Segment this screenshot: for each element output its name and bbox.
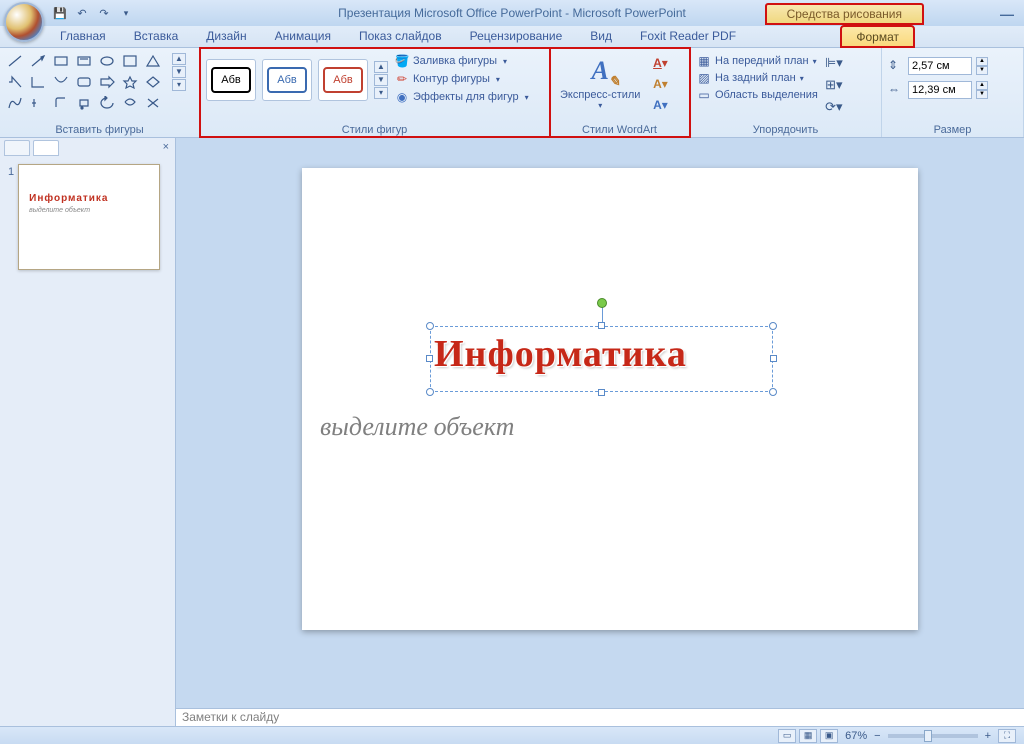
panel-tab-slides[interactable]	[4, 140, 30, 156]
rotate-handle[interactable]	[597, 298, 607, 308]
rotate-button[interactable]: ⟳▾	[825, 99, 843, 117]
shape-style-gallery[interactable]: Абв Абв Абв ▲▼▾	[204, 51, 388, 105]
status-bar: ▭ ▦ ▣ 67% − + ⛶	[0, 726, 1024, 744]
tab-animation[interactable]: Анимация	[261, 26, 345, 47]
view-normal-button[interactable]: ▭	[778, 729, 796, 743]
workspace: × 1 Информатика выделите объект	[0, 138, 1024, 726]
resize-handle-e[interactable]	[770, 355, 777, 362]
tab-slideshow[interactable]: Показ слайдов	[345, 26, 456, 47]
tab-format[interactable]: Формат	[841, 26, 914, 47]
group-shape-styles: Абв Абв Абв ▲▼▾ 🪣Заливка фигуры▾ ✏Контур…	[200, 48, 550, 137]
height-input[interactable]: 2,57 см	[908, 57, 972, 75]
ribbon: ▲▼▾ Вставить фигуры Абв Абв Абв ▲▼▾ 🪣Зал…	[0, 48, 1024, 138]
group-label: Стили фигур	[204, 123, 545, 137]
view-slideshow-button[interactable]: ▣	[820, 729, 838, 743]
zoom-value: 67%	[845, 730, 867, 742]
group-button[interactable]: ⊞▾	[825, 77, 843, 95]
window-title: Презентация Microsoft Office PowerPoint …	[338, 6, 686, 20]
slides-panel: × 1 Информатика выделите объект	[0, 138, 176, 726]
zoom-in-button[interactable]: +	[985, 730, 991, 742]
slide-thumbnail[interactable]: Информатика выделите объект	[18, 164, 160, 270]
group-label: Стили WordArt	[554, 123, 685, 137]
tab-design[interactable]: Дизайн	[192, 26, 260, 47]
resize-handle-ne[interactable]	[769, 322, 777, 330]
resize-handle-se[interactable]	[769, 388, 777, 396]
width-input[interactable]: 12,39 см	[908, 81, 972, 99]
height-icon: ⇕	[888, 58, 904, 74]
tab-foxit[interactable]: Foxit Reader PDF	[626, 26, 750, 47]
style-preset-2[interactable]: Абв	[262, 59, 312, 101]
ribbon-tabs: Главная Вставка Дизайн Анимация Показ сл…	[0, 26, 1024, 48]
tab-review[interactable]: Рецензирование	[456, 26, 577, 47]
group-label: Вставить фигуры	[4, 123, 195, 137]
resize-handle-n[interactable]	[598, 322, 605, 329]
zoom-slider[interactable]	[888, 734, 978, 738]
shape-fill-button[interactable]: 🪣Заливка фигуры▾	[392, 53, 532, 69]
slide-canvas-area[interactable]: Информатика выделите объект	[176, 138, 1024, 726]
selection-outline	[430, 326, 773, 392]
wordart-quick-styles-button[interactable]: A Экспресс-стили ▾	[554, 51, 646, 114]
selection-pane-button[interactable]: ▭Область выделения	[694, 87, 821, 103]
send-back-icon: ▨	[697, 71, 711, 85]
resize-handle-sw[interactable]	[426, 388, 434, 396]
align-button[interactable]: ⊫▾	[825, 55, 843, 73]
shapes-gallery[interactable]	[4, 51, 169, 113]
width-spinner[interactable]: ▲▼	[976, 81, 988, 99]
tab-view[interactable]: Вид	[576, 26, 626, 47]
style-preset-1[interactable]: Абв	[206, 59, 256, 101]
fit-window-button[interactable]: ⛶	[998, 729, 1016, 743]
group-size: ⇕ 2,57 см ▲▼ ⇔ 12,39 см ▲▼ Размер	[882, 48, 1024, 137]
save-icon[interactable]: 💾	[52, 5, 68, 21]
group-insert-shapes: ▲▼▾ Вставить фигуры	[0, 48, 200, 137]
undo-icon[interactable]: ↶	[74, 5, 90, 21]
text-fill-button[interactable]: A▾	[648, 54, 672, 72]
resize-handle-nw[interactable]	[426, 322, 434, 330]
shape-effects-button[interactable]: ◉Эффекты для фигур▾	[392, 89, 532, 105]
slide-canvas[interactable]: Информатика выделите объект	[302, 168, 918, 630]
slide-number: 1	[8, 164, 14, 270]
group-arrange: ▦На передний план▾ ▨На задний план▾ ▭Обл…	[690, 48, 882, 137]
group-label: Размер	[886, 123, 1019, 137]
width-icon: ⇔	[888, 82, 904, 98]
selection-icon: ▭	[697, 88, 711, 102]
tab-insert[interactable]: Вставка	[120, 26, 193, 47]
style-gallery-more[interactable]: ▲▼▾	[374, 61, 388, 99]
height-spinner[interactable]: ▲▼	[976, 57, 988, 75]
resize-handle-w[interactable]	[426, 355, 433, 362]
zoom-out-button[interactable]: −	[874, 730, 880, 742]
shape-outline-button[interactable]: ✏Контур фигуры▾	[392, 71, 532, 87]
title-bar: 💾 ↶ ↷ ▾ Презентация Microsoft Office Pow…	[0, 0, 1024, 26]
group-label: Упорядочить	[694, 123, 877, 137]
panel-close-icon[interactable]: ×	[163, 141, 169, 153]
effects-icon: ◉	[395, 90, 409, 104]
minimize-icon[interactable]: —	[1000, 6, 1014, 22]
resize-handle-s[interactable]	[598, 389, 605, 396]
panel-tab-outline[interactable]	[33, 140, 59, 156]
shapes-scroll[interactable]: ▲▼▾	[172, 53, 186, 113]
style-preset-3[interactable]: Абв	[318, 59, 368, 101]
bring-front-icon: ▦	[697, 54, 711, 68]
wordart-label: Экспресс-стили	[560, 89, 640, 101]
contextual-tab-label: Средства рисования	[765, 3, 924, 25]
group-wordart-styles: A Экспресс-стили ▾ A▾ A▾ A▾ Стили WordAr…	[550, 48, 690, 137]
wordart-icon: A	[582, 53, 618, 89]
text-effects-button[interactable]: A▾	[648, 96, 672, 114]
redo-icon[interactable]: ↷	[96, 5, 112, 21]
tab-home[interactable]: Главная	[46, 26, 120, 47]
paint-bucket-icon: 🪣	[395, 54, 409, 68]
subtitle-placeholder[interactable]: выделите объект	[320, 412, 514, 442]
quick-access-toolbar: 💾 ↶ ↷ ▾	[52, 5, 134, 21]
rotate-connector	[602, 306, 603, 322]
bring-front-button[interactable]: ▦На передний план▾	[694, 53, 821, 69]
text-outline-button[interactable]: A▾	[648, 75, 672, 93]
pencil-icon: ✏	[395, 72, 409, 86]
view-sorter-button[interactable]: ▦	[799, 729, 817, 743]
qat-more-icon[interactable]: ▾	[118, 5, 134, 21]
office-button[interactable]	[4, 2, 44, 42]
notes-pane[interactable]: Заметки к слайду	[176, 708, 1024, 726]
send-back-button[interactable]: ▨На задний план▾	[694, 70, 821, 86]
wordart-shape-selected[interactable]: Информатика	[430, 326, 773, 392]
